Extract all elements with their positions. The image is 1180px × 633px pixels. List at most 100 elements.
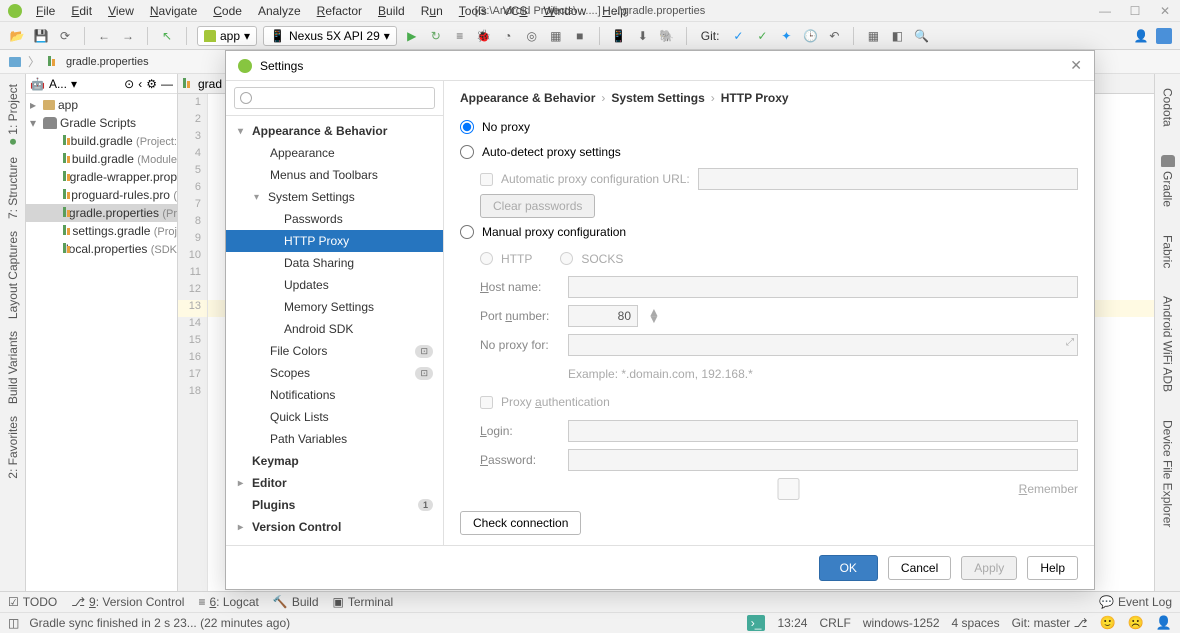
tool-codota[interactable]: Codota (1161, 82, 1175, 133)
build-tool[interactable]: 🔨Build (273, 595, 319, 609)
run-config-dropdown[interactable]: app ▾ (197, 26, 257, 46)
tree-file-colors[interactable]: File Colors⊡ (226, 340, 443, 362)
tree-file[interactable]: gradle-wrapper.prop (26, 168, 177, 186)
manual-proxy-radio[interactable] (460, 225, 474, 239)
git-commit-icon[interactable]: ✓ (753, 27, 771, 45)
tool-layout-captures[interactable]: Layout Captures (6, 225, 20, 325)
tree-gradle-scripts[interactable]: ▾ Gradle Scripts (26, 114, 177, 132)
android-dropdown-icon[interactable]: 🤖 (30, 77, 45, 91)
maximize-icon[interactable]: ☐ (1128, 4, 1142, 18)
no-proxy-radio[interactable] (460, 120, 474, 134)
no-proxy-label[interactable]: No proxy (482, 120, 530, 134)
tree-system-settings[interactable]: ▾System Settings (226, 186, 443, 208)
menu-analyze[interactable]: Analyze (252, 2, 307, 20)
hide-icon[interactable]: — (161, 77, 173, 91)
tree-appearance[interactable]: Appearance (226, 142, 443, 164)
search-icon[interactable]: 🔍 (912, 27, 930, 45)
tree-file-selected[interactable]: gradle.properties (Pr (26, 204, 177, 222)
avatar-icon[interactable] (1156, 28, 1172, 44)
settings-search-input[interactable] (234, 87, 435, 109)
terminal-indicator-icon[interactable]: ›_ (747, 615, 766, 631)
tree-quick-lists[interactable]: Quick Lists (226, 406, 443, 428)
tool-build-variants[interactable]: Build Variants (6, 325, 20, 410)
collapse-icon[interactable]: ‹ (138, 77, 142, 91)
version-control-tool[interactable]: ⎇9: Version Control (71, 595, 184, 609)
export-icon[interactable]: ▦ (864, 27, 882, 45)
tree-file[interactable]: proguard-rules.pro ( (26, 186, 177, 204)
hammer-icon[interactable]: ↖ (158, 27, 176, 45)
menu-file[interactable]: File (30, 2, 61, 20)
tree-http-proxy[interactable]: HTTP Proxy (226, 230, 443, 252)
todo-tool[interactable]: ☑TODO (8, 595, 57, 609)
status-indent[interactable]: 4 spaces (952, 616, 1000, 630)
minimize-icon[interactable]: — (1098, 4, 1112, 18)
check-connection-button[interactable]: Check connection (460, 511, 581, 535)
terminal-tool[interactable]: ▣Terminal (333, 595, 394, 609)
tree-keymap[interactable]: Keymap (226, 450, 443, 472)
auto-detect-radio[interactable] (460, 145, 474, 159)
menu-navigate[interactable]: Navigate (144, 2, 203, 20)
stop-icon[interactable]: ■ (571, 27, 589, 45)
breadcrumb-file[interactable]: gradle.properties (66, 56, 149, 68)
menu-build[interactable]: Build (372, 2, 411, 20)
status-git-branch[interactable]: Git: master ⎇ (1012, 616, 1088, 630)
tree-memory-settings[interactable]: Memory Settings (226, 296, 443, 318)
git-history-icon[interactable]: 🕒 (801, 27, 819, 45)
tree-file[interactable]: build.gradle (Module (26, 150, 177, 168)
tree-menus-toolbars[interactable]: Menus and Toolbars (226, 164, 443, 186)
settings-tree[interactable]: ▾Appearance & Behavior Appearance Menus … (226, 116, 443, 545)
tool-device-explorer[interactable]: Device File Explorer (1161, 414, 1175, 533)
emoji-sad-icon[interactable]: ☹️ (1128, 615, 1144, 631)
forward-icon[interactable]: → (119, 27, 137, 45)
emoji-smile-icon[interactable]: 🙂 (1099, 615, 1115, 631)
git-update-icon[interactable]: ✓ (729, 27, 747, 45)
menu-view[interactable]: View (102, 2, 140, 20)
save-icon[interactable]: 💾 (32, 27, 50, 45)
tree-appearance-behavior[interactable]: ▾Appearance & Behavior (226, 120, 443, 142)
help-button[interactable]: Help (1027, 556, 1078, 580)
tree-passwords[interactable]: Passwords (226, 208, 443, 230)
tree-data-sharing[interactable]: Data Sharing (226, 252, 443, 274)
tree-file[interactable]: local.properties (SDK (26, 240, 177, 258)
tool-gradle[interactable]: Gradle (1161, 149, 1175, 213)
dialog-close-icon[interactable]: ✕ (1070, 57, 1082, 74)
logcat-tool[interactable]: ≡6: Logcat (198, 595, 258, 609)
emoji-man-icon[interactable]: 👤 (1156, 615, 1172, 631)
windows-icon[interactable]: ◫ (8, 616, 19, 630)
manual-proxy-label[interactable]: Manual proxy configuration (482, 225, 626, 239)
menu-code[interactable]: Code (207, 2, 248, 20)
git-compare-icon[interactable]: ✦ (777, 27, 795, 45)
tool-fabric[interactable]: Fabric (1161, 229, 1175, 274)
close-icon[interactable]: ✕ (1158, 4, 1172, 18)
tool-project[interactable]: 1: Project (6, 78, 20, 151)
apply-code-icon[interactable]: ≡ (451, 27, 469, 45)
tree-file[interactable]: build.gradle (Project: (26, 132, 177, 150)
tool-structure[interactable]: 7: Structure (6, 151, 20, 225)
tree-updates[interactable]: Updates (226, 274, 443, 296)
menu-refactor[interactable]: Refactor (311, 2, 368, 20)
menu-edit[interactable]: Edit (65, 2, 98, 20)
ok-button[interactable]: OK (819, 555, 878, 581)
tree-scopes[interactable]: Scopes⊡ (226, 362, 443, 384)
tree-notifications[interactable]: Notifications (226, 384, 443, 406)
status-line-sep[interactable]: CRLF (819, 616, 850, 630)
tree-android-sdk[interactable]: Android SDK (226, 318, 443, 340)
user-icon[interactable]: 👤 (1132, 27, 1150, 45)
debug-icon[interactable]: 🐞 (475, 27, 493, 45)
tree-file[interactable]: settings.gradle (Proj (26, 222, 177, 240)
cancel-button[interactable]: Cancel (888, 556, 951, 580)
avd-icon[interactable]: 📱 (610, 27, 628, 45)
project-tree[interactable]: ▸ app ▾ Gradle Scripts build.gradle (Pro… (26, 94, 177, 591)
tree-version-control[interactable]: ▸Version Control (226, 516, 443, 538)
coverage-icon[interactable]: ◎ (523, 27, 541, 45)
open-icon[interactable]: 📂 (8, 27, 26, 45)
sdk-icon[interactable]: ⬇ (634, 27, 652, 45)
tree-path-variables[interactable]: Path Variables (226, 428, 443, 450)
status-encoding[interactable]: windows-1252 (863, 616, 940, 630)
menu-run[interactable]: Run (415, 2, 449, 20)
event-log-tool[interactable]: 💬Event Log (1099, 595, 1172, 609)
editor-tab[interactable]: grad (198, 77, 222, 91)
chevron-down-icon[interactable]: ▾ (71, 77, 77, 91)
tool-favorites[interactable]: 2: Favorites (6, 410, 20, 485)
gear-icon[interactable]: ⚙ (146, 77, 157, 91)
